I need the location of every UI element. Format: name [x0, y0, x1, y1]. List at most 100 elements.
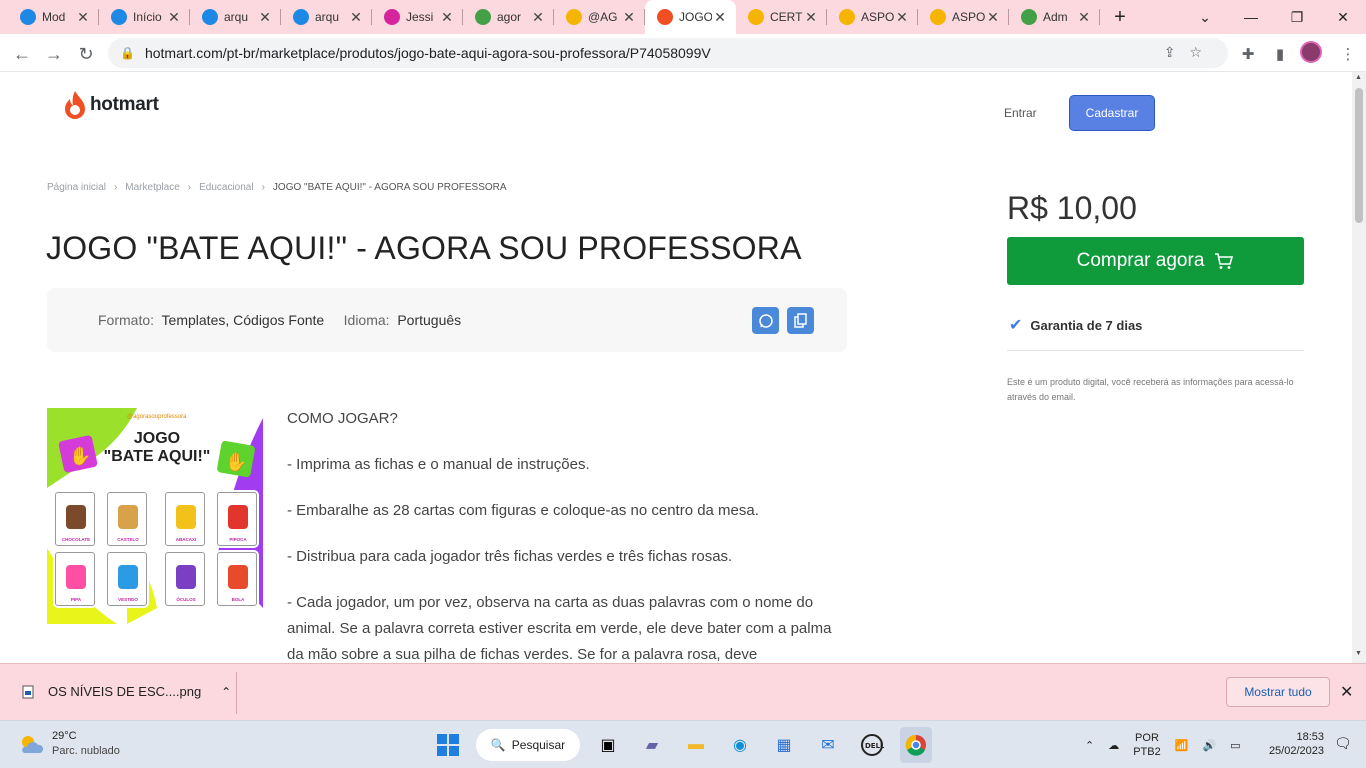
file-explorer-icon[interactable]: ▬	[680, 727, 712, 763]
reload-icon[interactable]: ↻	[72, 40, 100, 68]
tab-search-chevron-icon[interactable]: ⌄	[1182, 0, 1228, 34]
extensions-puzzle-icon[interactable]: ✚	[1236, 42, 1260, 66]
drive-icon	[930, 9, 946, 25]
drive-icon	[839, 9, 855, 25]
store-icon[interactable]: ▦	[768, 727, 800, 763]
edge-icon[interactable]: ◉	[724, 727, 756, 763]
breadcrumb-category[interactable]: Educacional	[199, 182, 253, 193]
chevron-up-icon[interactable]: ⌃	[1085, 739, 1094, 752]
whatsapp-share-icon[interactable]	[752, 307, 779, 334]
whatsapp-icon	[758, 313, 773, 328]
show-all-downloads-button[interactable]: Mostrar tudo	[1226, 677, 1330, 707]
url-input[interactable]: 🔒 hotmart.com/pt-br/marketplace/produtos…	[108, 38, 1228, 68]
close-tab-icon[interactable]: ✕	[985, 9, 1001, 26]
scrollbar-thumb[interactable]	[1355, 88, 1363, 223]
hotmart-logo[interactable]: hotmart	[64, 90, 159, 120]
copy-link-icon[interactable]	[787, 307, 814, 334]
close-tab-icon[interactable]: ✕	[1076, 9, 1092, 26]
side-panel-icon[interactable]: ▮	[1268, 42, 1292, 66]
wifi-icon[interactable]: 📶	[1175, 739, 1189, 752]
tab-label: Mod	[42, 10, 66, 24]
digital-product-note: Este é um produto digital, você receberá…	[1007, 377, 1294, 402]
restore-icon[interactable]: ❐	[1274, 0, 1320, 34]
card-illustration	[228, 565, 248, 589]
signup-button[interactable]: Cadastrar	[1069, 95, 1155, 131]
buy-now-button[interactable]: Comprar agora	[1007, 237, 1304, 285]
browser-tab[interactable]: ASPO ✕	[918, 0, 1009, 34]
game-card: VESTIDO	[107, 552, 147, 606]
tab-label: agor	[497, 10, 522, 24]
close-tab-icon[interactable]: ✕	[803, 9, 819, 26]
browser-tab[interactable]: JOGO ✕	[645, 0, 736, 34]
teams-chat-icon[interactable]: ▰	[636, 727, 668, 763]
download-filename: OS NÍVEIS DE ESC....png	[48, 684, 202, 699]
forward-arrow-icon[interactable]: →	[40, 40, 68, 68]
browser-menu-icon[interactable]: ⋮	[1336, 42, 1360, 66]
buy-now-label: Comprar agora	[1076, 250, 1205, 271]
download-item[interactable]: OS NÍVEIS DE ESC....png ⌃	[22, 684, 231, 699]
browser-tab[interactable]: arqu ✕	[190, 0, 281, 34]
description-line: - Embaralhe as 28 cartas com figuras e c…	[287, 502, 759, 519]
close-tab-icon[interactable]: ✕	[621, 9, 637, 26]
volume-icon[interactable]: 🔊	[1202, 739, 1216, 752]
card-illustration	[228, 505, 248, 529]
windows-start-icon[interactable]	[432, 727, 464, 763]
share-and-bookmark-icons[interactable]: ⇪☆	[1164, 44, 1216, 61]
browser-tab[interactable]: ASPO ✕	[827, 0, 918, 34]
divider	[1007, 350, 1304, 351]
notifications-icon[interactable]: 🗨	[1334, 735, 1352, 752]
canva-icon	[293, 9, 309, 25]
close-tab-icon[interactable]: ✕	[439, 9, 455, 26]
chrome-icon[interactable]	[900, 727, 932, 763]
search-label: Pesquisar	[511, 738, 566, 752]
dell-icon[interactable]: DELL	[856, 727, 888, 763]
close-tab-icon[interactable]: ✕	[348, 9, 364, 26]
onedrive-cloud-icon[interactable]: ☁	[1108, 739, 1119, 752]
battery-icon[interactable]: ▭	[1230, 739, 1240, 752]
product-meta: Formato: Templates, Códigos Fonte Idioma…	[98, 312, 461, 328]
language-label: Idioma:	[343, 312, 390, 328]
minimize-icon[interactable]: —	[1228, 0, 1274, 34]
close-tab-icon[interactable]: ✕	[712, 9, 728, 26]
product-image[interactable]: ✋ ✋ @agorasouprofessora JOGO "BATE AQUI!…	[47, 408, 263, 624]
close-tab-icon[interactable]: ✕	[166, 9, 182, 26]
scroll-down-icon[interactable]: ▼	[1355, 650, 1362, 657]
login-link[interactable]: Entrar	[1004, 106, 1037, 120]
browser-tab[interactable]: Adm ✕	[1009, 0, 1100, 34]
profile-avatar[interactable]	[1300, 41, 1322, 63]
mail-icon[interactable]: ✉	[812, 727, 844, 763]
description-line: COMO JOGAR?	[287, 410, 398, 427]
language-indicator[interactable]: POR PTB2	[1133, 731, 1161, 759]
close-tab-icon[interactable]: ✕	[257, 9, 273, 26]
card-label: CASTELO	[117, 537, 139, 542]
browser-tab[interactable]: @AG ✕	[554, 0, 645, 34]
taskbar-search[interactable]: 🔍 Pesquisar	[476, 729, 580, 761]
close-tab-icon[interactable]: ✕	[75, 9, 91, 26]
close-window-icon[interactable]: ✕	[1320, 0, 1366, 34]
scroll-up-icon[interactable]: ▲	[1355, 74, 1362, 81]
close-tab-icon[interactable]: ✕	[894, 9, 910, 26]
weather-condition: Parc. nublado	[52, 745, 120, 757]
new-tab-button[interactable]: +	[1100, 0, 1140, 34]
browser-tab[interactable]: Mod ✕	[8, 0, 99, 34]
browser-tab[interactable]: arqu ✕	[281, 0, 372, 34]
chevron-up-icon[interactable]: ⌃	[221, 685, 231, 699]
breadcrumb-marketplace[interactable]: Marketplace	[125, 182, 179, 193]
back-arrow-icon[interactable]: ←	[8, 40, 36, 68]
breadcrumb-home[interactable]: Página inicial	[47, 182, 106, 193]
game-card: CHOCOLATE	[55, 492, 95, 546]
sparkle-icon	[1021, 9, 1037, 25]
browser-tab[interactable]: agor ✕	[463, 0, 554, 34]
browser-tab[interactable]: CERT ✕	[736, 0, 827, 34]
close-tab-icon[interactable]: ✕	[530, 9, 546, 26]
close-downloads-icon[interactable]: ✕	[1340, 682, 1353, 702]
tab-label: @AG	[588, 10, 618, 24]
chevron-right-icon: ›	[187, 182, 192, 193]
browser-tab[interactable]: Início ✕	[99, 0, 190, 34]
clock[interactable]: 18:53 25/02/2023	[1258, 730, 1324, 758]
task-view-icon[interactable]: ▣	[592, 727, 624, 763]
browser-tab[interactable]: Jessi ✕	[372, 0, 463, 34]
language-value: Português	[397, 312, 462, 328]
weather-widget[interactable]: 29°C Parc. nublado	[18, 729, 120, 759]
page-scrollbar[interactable]: ▲ ▼	[1352, 72, 1366, 663]
